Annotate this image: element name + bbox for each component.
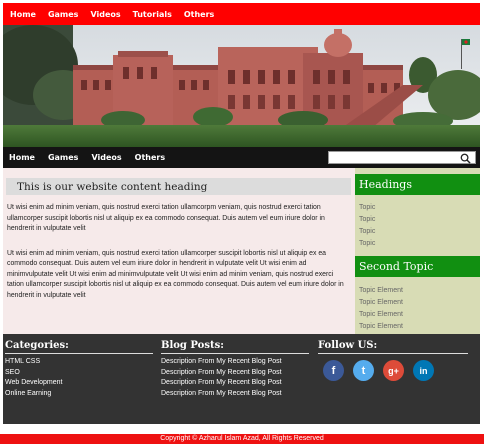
main-content: This is our website content heading Ut w… — [3, 168, 355, 334]
sidebar-heading: Second Topic — [355, 256, 480, 277]
sidebar-heading: Headings — [355, 174, 480, 195]
twitter-icon[interactable]: t — [353, 360, 374, 381]
sidebar-topic-link[interactable]: Topic — [359, 202, 480, 214]
search-icon[interactable] — [460, 153, 471, 164]
top-nav-others[interactable]: Others — [184, 10, 214, 19]
google-plus-icon[interactable]: g+ — [383, 360, 404, 381]
footer-category-link[interactable]: HTML CSS — [5, 357, 153, 368]
footer-categories-title: Categories: — [5, 340, 153, 354]
footer-blog-title: Blog Posts: — [161, 340, 309, 354]
sidebar: Headings Topic Topic Topic Topic Second … — [355, 168, 480, 334]
facebook-icon[interactable]: f — [323, 360, 344, 381]
sub-nav-games[interactable]: Games — [48, 153, 79, 162]
footer-category-link[interactable]: SEO — [5, 368, 153, 379]
sidebar-element-list: Topic Element Topic Element Topic Elemen… — [355, 277, 480, 333]
footer-blog-posts: Blog Posts: Description From My Recent B… — [161, 340, 309, 399]
sub-nav-others[interactable]: Others — [135, 153, 165, 162]
banner-image — [3, 25, 480, 147]
footer-follow-title: Follow US: — [318, 340, 468, 354]
top-nav-home[interactable]: Home — [10, 10, 36, 19]
banner-building-illustration — [3, 25, 480, 147]
footer-blog-post-link[interactable]: Description From My Recent Blog Post — [161, 378, 309, 389]
sidebar-topic-link[interactable]: Topic — [359, 238, 480, 250]
footer-category-link[interactable]: Web Development — [5, 378, 153, 389]
footer-blog-post-link[interactable]: Description From My Recent Blog Post — [161, 368, 309, 379]
search-box — [328, 151, 476, 168]
top-nav-videos[interactable]: Videos — [90, 10, 120, 19]
secondary-navigation: Home Games Videos Others — [3, 147, 480, 168]
sidebar-topic-link[interactable]: Topic — [359, 226, 480, 238]
footer: Categories: HTML CSS SEO Web Development… — [3, 334, 480, 424]
top-nav-tutorials[interactable]: Tutorials — [133, 10, 172, 19]
content-paragraph: Ut wisi enim ad minim veniam, quis nostr… — [7, 249, 344, 299]
content-heading: This is our website content heading — [6, 178, 351, 195]
sidebar-element-link[interactable]: Topic Element — [359, 297, 480, 309]
footer-category-link[interactable]: Online Earning — [5, 389, 153, 400]
sidebar-topic-list: Topic Topic Topic Topic — [355, 195, 480, 256]
top-nav-games[interactable]: Games — [48, 10, 79, 19]
linkedin-icon[interactable]: in — [413, 360, 434, 381]
sidebar-element-link[interactable]: Topic Element — [359, 285, 480, 297]
footer-blog-post-link[interactable]: Description From My Recent Blog Post — [161, 357, 309, 368]
copyright-bar: Copyright © Azharul Islam Azad, All Righ… — [0, 434, 484, 444]
page-wrapper: Home Games Videos Tutorials Others Home … — [3, 3, 480, 424]
footer-categories: Categories: HTML CSS SEO Web Development… — [5, 340, 153, 399]
sidebar-element-link[interactable]: Topic Element — [359, 309, 480, 321]
sidebar-element-link[interactable]: Topic Element — [359, 321, 480, 333]
content-paragraph: Ut wisi enim ad minim veniam, quis nostr… — [7, 204, 325, 232]
search-input[interactable] — [329, 157, 463, 168]
footer-follow-us: Follow US: f t g+ in — [318, 340, 468, 381]
footer-blog-post-link[interactable]: Description From My Recent Blog Post — [161, 389, 309, 400]
top-navigation: Home Games Videos Tutorials Others — [3, 3, 480, 25]
content-area: This is our website content heading Ut w… — [3, 168, 480, 334]
social-links: f t g+ in — [318, 360, 468, 381]
sub-nav-videos[interactable]: Videos — [91, 153, 121, 162]
sub-nav-home[interactable]: Home — [9, 153, 35, 162]
sidebar-topic-link[interactable]: Topic — [359, 214, 480, 226]
